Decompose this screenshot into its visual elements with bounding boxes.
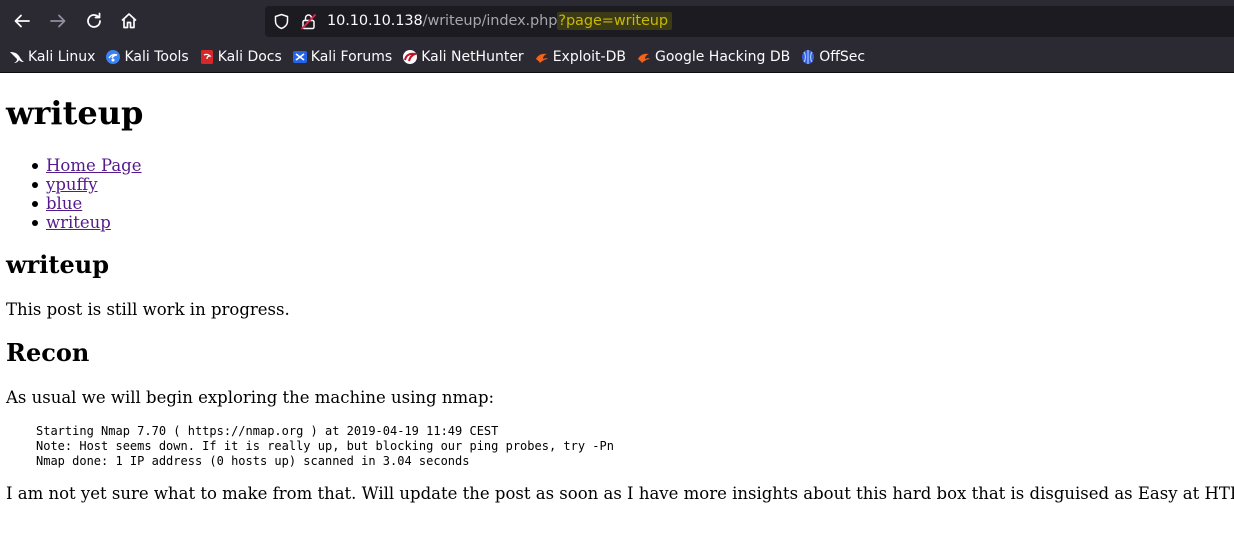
section-text: As usual we will begin exploring the mac… xyxy=(6,388,495,407)
forward-button[interactable] xyxy=(47,10,69,32)
url-bar[interactable]: 10.10.10.138/writeup/index.php?page=writ… xyxy=(265,6,1234,37)
page-content: writeup Home Page ypuffy blue writeup wr… xyxy=(0,74,1234,542)
bookmark-kali-docs[interactable]: Kali Docs xyxy=(199,49,282,65)
section-heading-recon: Recon xyxy=(6,338,90,367)
bookmark-exploit-db[interactable]: Exploit-DB xyxy=(534,49,626,65)
site-title: writeup xyxy=(6,94,144,132)
nav-link-writeup[interactable]: writeup xyxy=(46,213,111,232)
offsec-icon xyxy=(802,50,815,64)
nethunter-icon xyxy=(403,50,419,64)
bookmark-label: Kali Tools xyxy=(124,49,189,65)
reload-button[interactable] xyxy=(83,10,105,32)
url-path: /writeup/index.php xyxy=(422,13,558,29)
bookmark-kali-linux[interactable]: Kali Linux xyxy=(9,49,95,65)
bookmark-offsec[interactable]: OffSec xyxy=(800,49,865,65)
nav-item-blue: blue xyxy=(32,194,142,213)
bookmarks-toolbar: Kali Linux Kali Tools Kali Docs Kali For… xyxy=(0,42,1234,73)
closing-paragraph: I am not yet sure what to make from that… xyxy=(6,484,1234,503)
code-block: Starting Nmap 7.70 ( https://nmap.org ) … xyxy=(36,424,614,469)
kali-docs-icon xyxy=(200,50,213,64)
url-text[interactable]: 10.10.10.138/writeup/index.php?page=writ… xyxy=(327,12,672,30)
code-line: Note: Host seems down. If it is really u… xyxy=(36,439,614,453)
bookmark-label: Kali Forums xyxy=(310,49,393,65)
forward-arrow-icon xyxy=(50,14,66,28)
bookmark-label: Google Hacking DB xyxy=(654,49,791,65)
bookmark-label: Exploit-DB xyxy=(552,49,626,65)
shield-icon[interactable] xyxy=(273,13,290,30)
exploit-db-icon xyxy=(535,53,548,63)
kali-dragon-icon xyxy=(10,52,24,63)
nav-item-ypuffy: ypuffy xyxy=(32,175,142,194)
kali-forums-icon xyxy=(292,51,307,63)
bookmark-google-hacking-db[interactable]: Google Hacking DB xyxy=(636,49,790,65)
back-button[interactable] xyxy=(11,10,33,32)
url-query: ?page=writeup xyxy=(557,12,672,30)
code-line: Nmap done: 1 IP address (0 hosts up) sca… xyxy=(36,454,470,468)
bookmark-kali-tools[interactable]: Kali Tools xyxy=(105,49,189,65)
insecure-lock-icon[interactable] xyxy=(300,13,317,30)
home-icon xyxy=(121,13,137,29)
bookmark-kali-nethunter[interactable]: Kali NetHunter xyxy=(402,49,524,65)
bookmark-label: OffSec xyxy=(819,49,866,65)
code-line: Starting Nmap 7.70 ( https://nmap.org ) … xyxy=(36,424,499,438)
reload-icon xyxy=(87,12,101,28)
post-title: writeup xyxy=(6,250,110,279)
nav-item-home: Home Page xyxy=(32,156,142,175)
post-intro: This post is still work in progress. xyxy=(6,300,290,319)
nav-link-blue[interactable]: blue xyxy=(46,194,82,213)
nav-item-writeup: writeup xyxy=(32,213,142,232)
bookmark-label: Kali NetHunter xyxy=(421,49,524,65)
nav-link-home-page[interactable]: Home Page xyxy=(46,156,142,175)
bookmark-label: Kali Linux xyxy=(28,49,96,65)
browser-toolbar: 10.10.10.138/writeup/index.php?page=writ… xyxy=(0,0,1234,42)
bookmark-label: Kali Docs xyxy=(217,49,282,65)
site-nav: Home Page ypuffy blue writeup xyxy=(32,156,142,232)
url-host: 10.10.10.138 xyxy=(327,13,423,29)
kali-tools-icon xyxy=(106,50,121,64)
nav-link-ypuffy[interactable]: ypuffy xyxy=(46,175,98,194)
home-button[interactable] xyxy=(118,10,140,32)
back-arrow-icon xyxy=(14,14,30,28)
ghdb-icon xyxy=(637,53,650,63)
bookmark-kali-forums[interactable]: Kali Forums xyxy=(292,49,392,65)
